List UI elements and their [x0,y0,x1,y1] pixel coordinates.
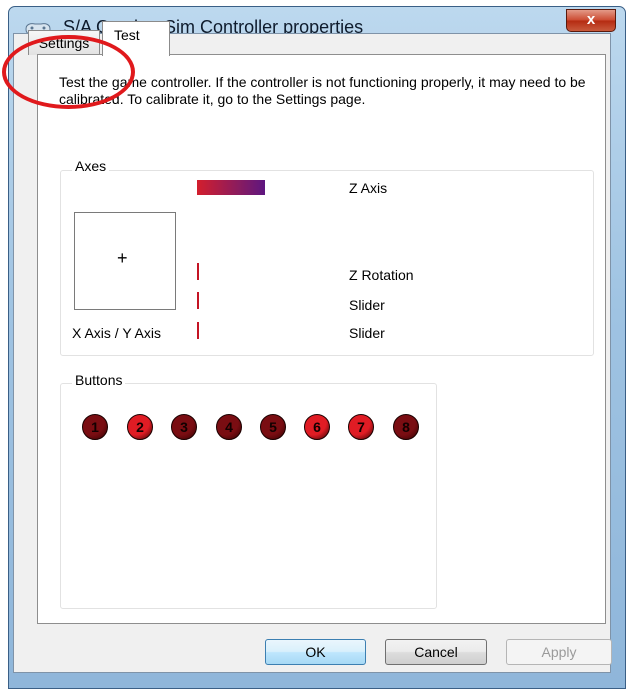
joystick-button-indicator: 2 [127,414,153,440]
slider-label: Slider [349,297,385,313]
joystick-button-indicator: 8 [393,414,419,440]
joystick-button-indicator: 3 [171,414,197,440]
joystick-button-indicator: 5 [260,414,286,440]
joystick-button-indicator: 6 [304,414,330,440]
joystick-button-indicator: 4 [216,414,242,440]
tab-test-label: Test [114,27,140,43]
apply-button[interactable]: Apply [506,639,612,665]
ok-button[interactable]: OK [265,639,366,665]
z-rotation-indicator [197,263,199,280]
joystick-button-indicator: 7 [348,414,374,440]
slider-indicator [197,292,199,309]
axes-group-label: Axes [72,158,110,174]
slider-indicator [197,322,199,339]
xy-axis-label: X Axis / Y Axis [72,325,161,341]
z-rotation-label: Z Rotation [349,267,414,283]
buttons-group [60,383,437,609]
buttons-group-label: Buttons [72,372,126,388]
description-text: Test the game controller. If the control… [59,74,586,107]
highlight-circle [2,35,135,109]
z-axis-label: Z Axis [349,180,388,196]
close-button[interactable]: x [566,9,616,32]
joystick-button-indicator: 1 [82,414,108,440]
z-axis-indicator [197,180,265,195]
cancel-button[interactable]: Cancel [385,639,487,665]
slider-label: Slider [349,325,385,341]
crosshair-icon: + [117,248,128,268]
